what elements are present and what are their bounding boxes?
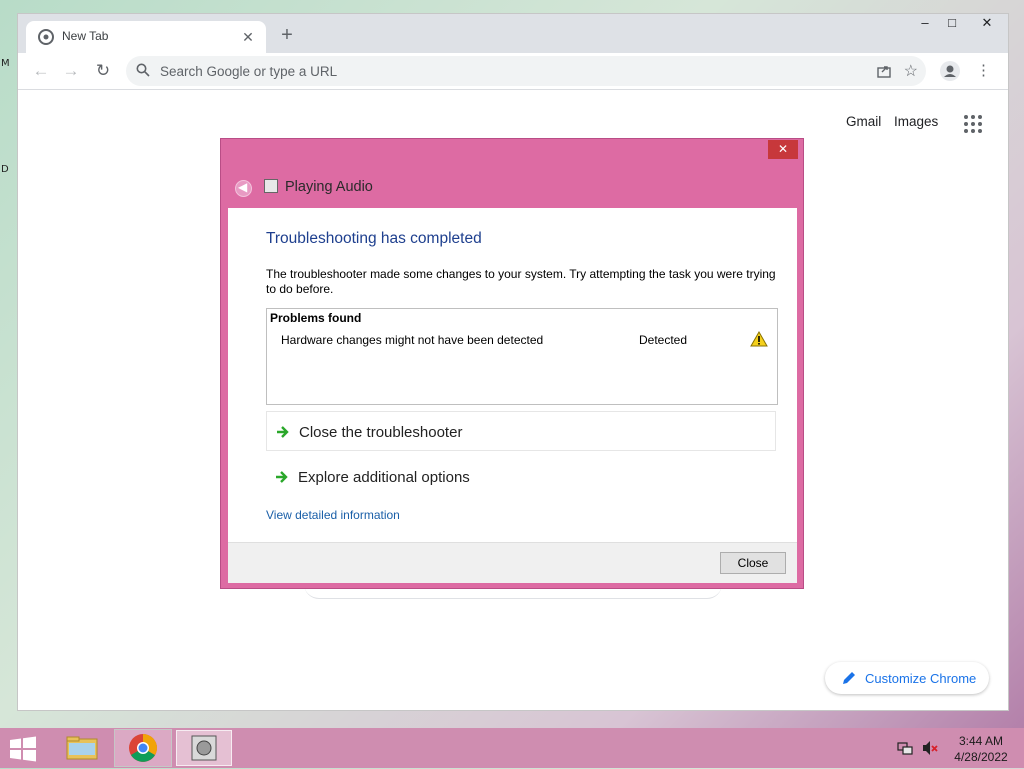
- desktop-icon-label: D: [1, 164, 9, 175]
- apps-grid-icon[interactable]: [963, 114, 983, 134]
- window-close-button[interactable]: ✕: [966, 14, 1008, 32]
- chrome-icon: [129, 734, 157, 762]
- customize-chrome-button[interactable]: Customize Chrome: [825, 662, 989, 694]
- option-label: Explore additional options: [298, 469, 470, 486]
- problems-header: Problems found: [270, 311, 362, 325]
- problem-status: Detected: [639, 333, 688, 347]
- troubleshooter-app-icon: [264, 179, 278, 193]
- green-arrow-icon: [277, 426, 289, 438]
- bookmark-star-icon[interactable]: ☆: [904, 61, 918, 81]
- profile-avatar-icon[interactable]: [940, 61, 960, 81]
- maximize-button[interactable]: □: [939, 14, 965, 32]
- chrome-taskbar-button[interactable]: [115, 730, 171, 766]
- view-details-link[interactable]: View detailed information: [266, 508, 400, 522]
- tab-close-icon[interactable]: ✕: [238, 27, 258, 47]
- volume-muted-icon[interactable]: [921, 739, 939, 757]
- tab-title: New Tab: [62, 29, 109, 43]
- dialog-description: The troubleshooter made some changes to …: [266, 267, 776, 296]
- person-icon: [944, 65, 956, 77]
- tab-strip: New Tab ✕ + – □ ✕: [18, 14, 1008, 53]
- troubleshooter-icon: [191, 735, 217, 761]
- troubleshooter-taskbar-button[interactable]: [176, 730, 232, 766]
- close-button[interactable]: Close: [720, 552, 786, 574]
- dialog-body: Troubleshooting has completed The troubl…: [228, 208, 797, 542]
- problem-name: Hardware changes might not have been det…: [281, 333, 544, 347]
- option-label: Close the troubleshooter: [299, 424, 463, 441]
- search-icon: [136, 63, 150, 77]
- desktop-icon-label: M: [1, 58, 10, 69]
- dialog-title: Playing Audio: [285, 179, 373, 195]
- folder-icon: [66, 736, 98, 760]
- customize-chrome-label: Customize Chrome: [865, 671, 977, 686]
- forward-arrow-icon[interactable]: →: [60, 60, 82, 82]
- minimize-button[interactable]: –: [912, 14, 938, 32]
- dialog-footer: Close: [228, 542, 797, 583]
- clock-time[interactable]: 3:44 AM: [956, 734, 1006, 748]
- gmail-link[interactable]: Gmail: [846, 114, 881, 129]
- windows-start-icon[interactable]: [8, 736, 38, 762]
- reload-icon[interactable]: ↻: [92, 60, 114, 82]
- clock-date[interactable]: 4/28/2022: [950, 750, 1012, 764]
- pencil-icon: [843, 672, 855, 684]
- browser-toolbar: ← → ↻ Search Google or type a URL ☆ ⋮: [18, 53, 1008, 90]
- troubleshooter-dialog: ✕ ◀ Playing Audio Troubleshooting has co…: [220, 138, 804, 589]
- new-tab-button[interactable]: +: [276, 24, 298, 46]
- dialog-heading: Troubleshooting has completed: [266, 230, 482, 247]
- close-troubleshooter-option[interactable]: Close the troubleshooter: [266, 411, 776, 451]
- address-bar-placeholder: Search Google or type a URL: [160, 64, 338, 79]
- warning-icon: [750, 331, 768, 347]
- problems-found-box: Problems found Hardware changes might no…: [266, 308, 778, 405]
- green-arrow-icon: [276, 471, 288, 483]
- chrome-favicon-icon: [38, 29, 54, 45]
- tab-new-tab[interactable]: New Tab ✕: [26, 21, 266, 53]
- images-link[interactable]: Images: [894, 114, 938, 129]
- back-arrow-icon[interactable]: ←: [30, 60, 52, 82]
- taskbar: 3:44 AM 4/28/2022: [0, 728, 1024, 768]
- kebab-menu-icon[interactable]: ⋮: [976, 61, 991, 81]
- back-arrow-icon[interactable]: ◀: [235, 180, 252, 197]
- dialog-close-x-button[interactable]: ✕: [768, 140, 798, 159]
- file-explorer-taskbar-button[interactable]: [54, 730, 110, 766]
- share-icon[interactable]: [876, 63, 892, 79]
- network-icon[interactable]: [897, 740, 913, 756]
- address-bar[interactable]: Search Google or type a URL ☆: [126, 56, 926, 86]
- explore-options-option[interactable]: Explore additional options: [266, 457, 776, 497]
